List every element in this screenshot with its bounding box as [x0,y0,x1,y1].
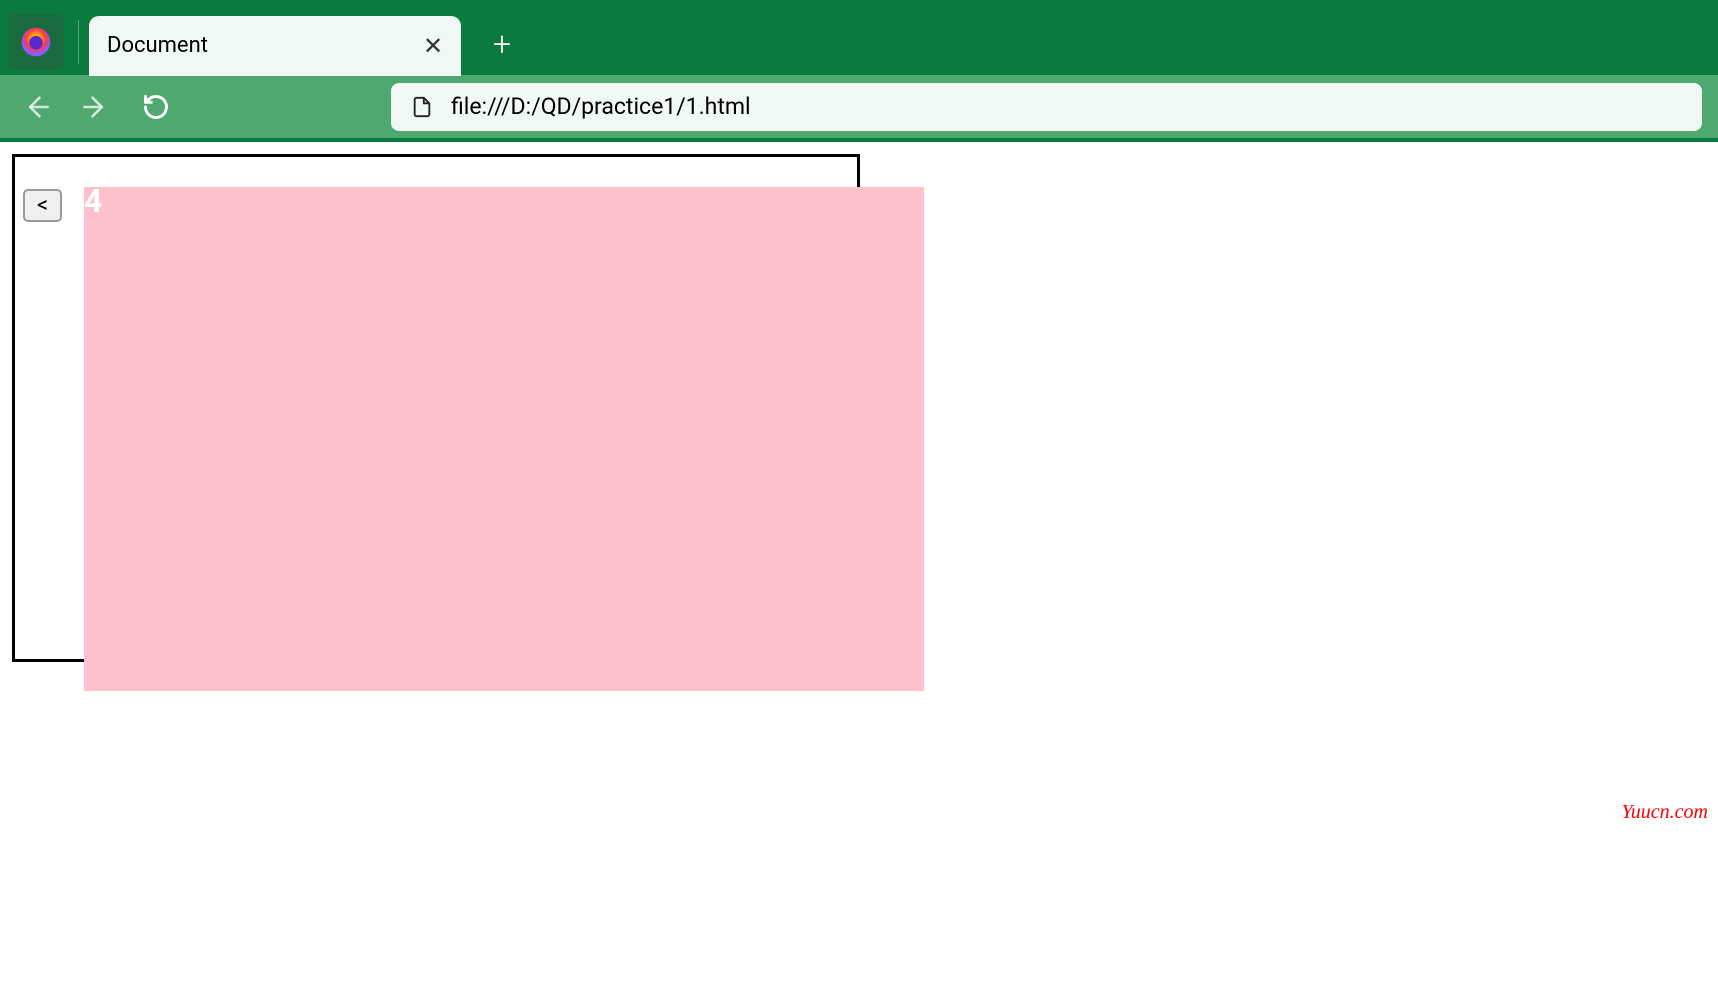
tab-document[interactable]: Document ✕ [89,16,461,76]
forward-button[interactable] [76,87,116,127]
new-tab-button[interactable]: + [493,25,511,63]
url-text: file:///D:/QD/practice1/1.html [451,93,751,120]
browser-toolbar: file:///D:/QD/practice1/1.html [0,75,1718,138]
tab-title: Document [107,33,208,58]
back-button[interactable] [16,87,56,127]
close-icon[interactable]: ✕ [419,32,447,60]
url-bar[interactable]: file:///D:/QD/practice1/1.html [391,83,1702,131]
watermark-text: Yuucn.com [1622,801,1708,824]
page-icon [411,94,433,120]
browser-tab-bar: Document ✕ + [0,0,1718,75]
reload-button[interactable] [136,87,176,127]
slide-panel: 4 [84,187,924,691]
prev-button[interactable]: < [23,189,62,222]
firefox-icon[interactable] [8,14,64,70]
slide-number: 4 [84,182,102,220]
tab-divider [78,20,79,64]
